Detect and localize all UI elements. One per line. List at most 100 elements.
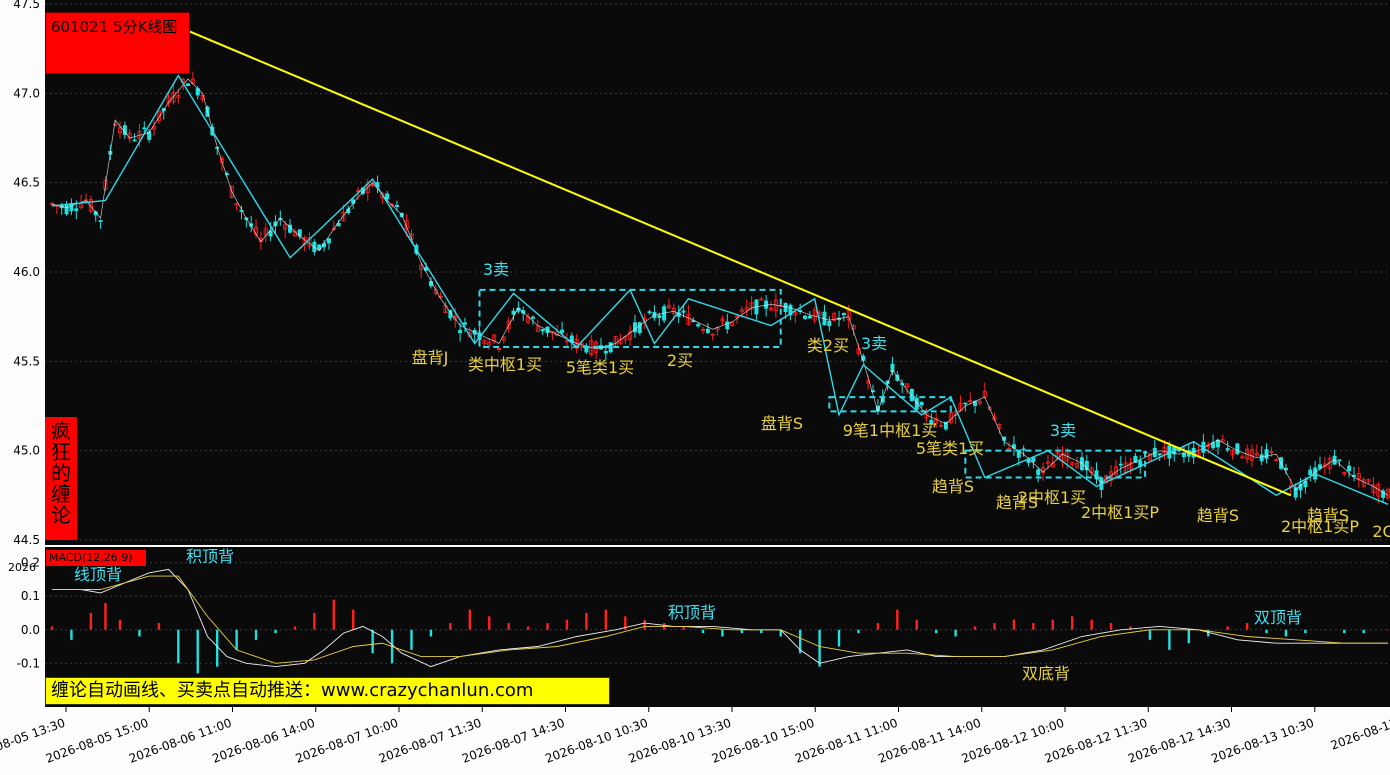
macd-histogram-bar xyxy=(235,629,238,650)
macd-histogram-bar xyxy=(818,629,821,667)
macd-histogram-bar xyxy=(1032,623,1035,630)
candle-body xyxy=(132,139,137,142)
candle-body xyxy=(584,347,589,353)
candle-body xyxy=(1036,469,1041,475)
macd-histogram-bar xyxy=(954,629,957,637)
candle-body xyxy=(458,329,463,334)
signal-label-yellow: 类中枢1买 xyxy=(468,355,542,374)
macd-histogram-bar xyxy=(157,623,161,630)
macd-histogram-bar xyxy=(177,629,180,664)
candle-body xyxy=(1084,460,1089,471)
candle-body xyxy=(394,205,399,207)
price-tick-label: 44.5 xyxy=(13,533,40,547)
signal-label-yellow: 2C xyxy=(1372,522,1390,541)
price-tick-label: 46.0 xyxy=(13,265,40,279)
candle-body xyxy=(632,322,637,333)
candle-body xyxy=(1225,448,1230,451)
macd-histogram-bar xyxy=(1362,629,1365,634)
macd-histogram-bar xyxy=(643,619,646,630)
side-label-char: 的 xyxy=(51,461,71,485)
macd-label-cyan: 双顶背 xyxy=(1254,608,1302,627)
candle-body xyxy=(74,208,79,211)
macd-histogram-bar xyxy=(507,623,510,630)
macd-histogram-bar xyxy=(896,609,899,630)
chart-title: 601021 5分K线图 xyxy=(45,12,190,74)
macd-histogram-bar xyxy=(215,629,219,667)
candle-body xyxy=(803,315,808,319)
macd-histogram-bar xyxy=(488,616,491,630)
macd-histogram-bar xyxy=(565,619,569,630)
candle-body xyxy=(705,328,710,333)
price-tick-label: 46.5 xyxy=(13,176,40,190)
candle-body xyxy=(1337,459,1342,462)
candle-body xyxy=(1031,457,1036,463)
macd-histogram-bar xyxy=(973,626,977,630)
candle-body xyxy=(1157,453,1162,456)
candle-body xyxy=(696,324,701,327)
macd-title: MACD(12,26,9) xyxy=(46,550,146,566)
macd-histogram-bar xyxy=(915,619,918,630)
macd-histogram-bar xyxy=(89,613,93,630)
candle-body xyxy=(919,401,924,406)
candle-body xyxy=(1021,448,1026,451)
macd-tick-label: 0.1 xyxy=(21,589,40,603)
candle-body xyxy=(186,83,191,87)
candle-body xyxy=(657,315,662,318)
signal-label-yellow: 9笔1中枢1买 xyxy=(843,421,938,440)
macd-histogram-bar xyxy=(138,629,141,637)
candle-body xyxy=(462,322,467,325)
macd-histogram-bar xyxy=(585,613,588,630)
candle-body xyxy=(637,322,642,333)
macd-x-stub-label: 2026 xyxy=(8,561,36,574)
macd-histogram-bar xyxy=(1051,619,1054,630)
macd-histogram-bar xyxy=(1109,623,1113,630)
macd-histogram-bar xyxy=(196,629,199,674)
macd-histogram-bar xyxy=(50,626,54,630)
candle-body xyxy=(603,350,608,354)
candle-body xyxy=(1347,465,1352,472)
candle-body xyxy=(530,316,535,319)
macd-histogram-bar xyxy=(1071,616,1074,630)
macd-histogram-bar xyxy=(1148,629,1152,640)
signal-label-cyan: 3卖 xyxy=(861,334,887,353)
candle-body xyxy=(1317,464,1322,469)
macd-histogram-bar xyxy=(1304,629,1307,634)
signal-label-yellow: 2买 xyxy=(667,351,693,370)
signal-label-yellow: 类2买 xyxy=(807,336,849,355)
macd-histogram-bar xyxy=(546,623,549,630)
macd-histogram-bar xyxy=(449,623,452,630)
price-tick-label: 47.0 xyxy=(13,86,40,100)
candle-body xyxy=(511,310,516,315)
candle-body xyxy=(142,127,147,130)
candle-body xyxy=(725,321,730,330)
chart-canvas: 47.547.046.546.045.545.044.5 0.20.10.0-0… xyxy=(0,0,1390,775)
signal-label-cyan: 3卖 xyxy=(1050,421,1076,440)
candle-body xyxy=(385,193,390,200)
macd-histogram-bar xyxy=(468,609,472,630)
side-label-char: 狂 xyxy=(51,440,71,464)
side-label-char: 缠 xyxy=(51,482,71,506)
candle-body xyxy=(1264,449,1269,459)
macd-label-cyan: 线顶背 xyxy=(74,565,122,584)
candle-body xyxy=(326,238,331,244)
candle-body xyxy=(608,342,613,353)
macd-histogram-bar xyxy=(1012,619,1016,630)
macd-histogram-bar xyxy=(293,626,297,630)
candle-body xyxy=(963,402,968,405)
macd-histogram-bar xyxy=(1265,629,1268,634)
macd-histogram-bar xyxy=(1090,619,1093,630)
signal-label-yellow: 2中枢1买P xyxy=(1081,503,1159,522)
macd-histogram-bar xyxy=(1343,629,1346,634)
macd-histogram-bar xyxy=(118,619,122,630)
macd-histogram-bar xyxy=(332,599,335,630)
macd-histogram-bar xyxy=(721,629,724,637)
signal-label-yellow: 趋背S xyxy=(1307,506,1349,525)
candle-body xyxy=(1215,439,1220,448)
signal-label-cyan: 3卖 xyxy=(483,260,509,279)
candle-body xyxy=(1259,454,1264,462)
macd-histogram-bar xyxy=(104,602,107,630)
promo-banner[interactable]: 缠论自动画线、买卖点自动推送：www.crazychanlun.com xyxy=(45,677,610,705)
macd-histogram-bar xyxy=(740,629,744,634)
side-label-char: 疯 xyxy=(51,419,71,443)
candle-body xyxy=(1235,443,1240,455)
